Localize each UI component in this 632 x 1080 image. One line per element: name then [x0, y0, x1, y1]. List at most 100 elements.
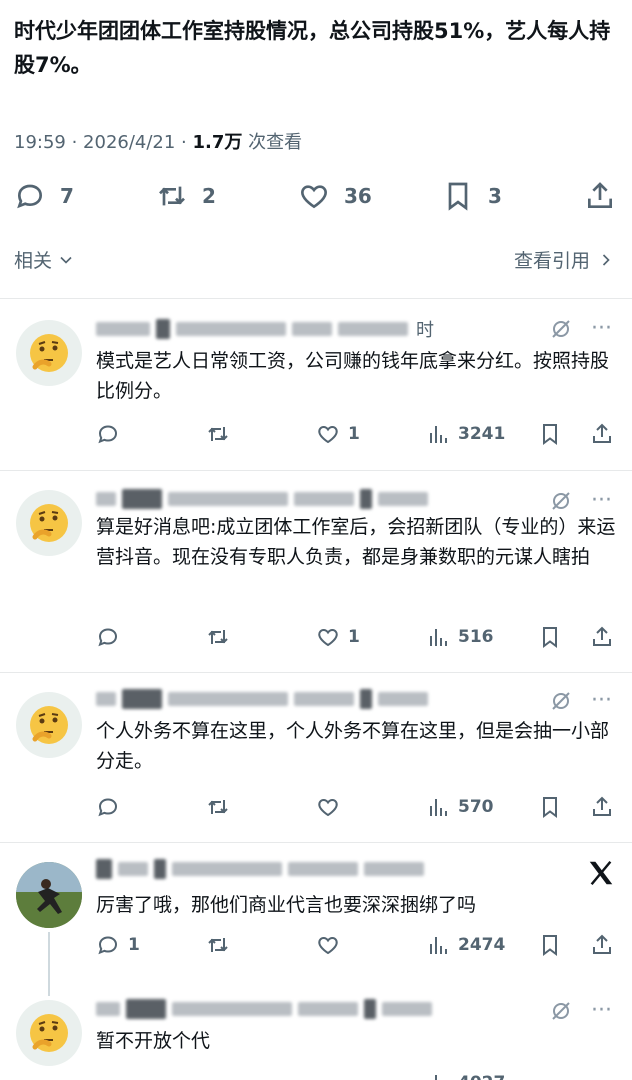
bookmark-button[interactable]	[538, 792, 562, 822]
retweet-icon	[208, 630, 228, 644]
reply-action-bar: 1 3241	[96, 419, 626, 449]
retweet-icon	[208, 800, 228, 814]
view-count: 570	[458, 797, 494, 817]
avatar[interactable]	[16, 320, 82, 386]
retweet-button[interactable]	[206, 419, 230, 449]
share-button[interactable]	[590, 622, 614, 652]
views-button[interactable]: 516	[426, 622, 494, 652]
reply-action-bar: 1 2474	[96, 930, 626, 960]
analytics-icon	[435, 1075, 437, 1080]
reply-author-name[interactable]	[96, 858, 424, 880]
reply-button[interactable]	[96, 419, 120, 449]
reply-button[interactable]	[96, 792, 120, 822]
share-icon	[588, 182, 612, 208]
reply-author-name[interactable]: 时	[96, 318, 434, 341]
avatar[interactable]	[16, 692, 82, 758]
reply-action-bar: 570	[96, 792, 626, 822]
reply-header-icons: ···	[549, 316, 612, 341]
views-button[interactable]: 2474	[426, 930, 505, 960]
thinking-face-icon	[30, 1014, 68, 1052]
retweet-button[interactable]	[206, 622, 230, 652]
share-button[interactable]	[590, 419, 614, 449]
bookmark-icon	[543, 627, 557, 648]
reply-text: 模式是艺人日常领工资，公司赚的钱年底拿来分红。按照持股比例分。	[96, 350, 610, 402]
like-button[interactable]	[316, 792, 340, 822]
reply-header-icons: ···	[549, 488, 612, 513]
view-count: 4027	[458, 1073, 505, 1080]
reply-icon	[98, 425, 118, 444]
like-button[interactable]: 1	[316, 419, 360, 449]
more-options-icon[interactable]: ···	[591, 688, 612, 713]
reply-item[interactable]: 时 ··· 模式是艺人日常领工资，公司赚的钱年底拿来分红。按照持股比例分。 1 …	[0, 298, 632, 470]
share-icon	[593, 626, 611, 646]
reply-icon	[98, 628, 118, 647]
retweet-count: 2	[202, 184, 216, 208]
reply-header-icons	[586, 858, 616, 888]
related-dropdown[interactable]: 相关	[14, 246, 76, 273]
like-count: 1	[348, 424, 360, 444]
views-button[interactable]: 4027	[426, 1068, 505, 1080]
bookmark-icon	[448, 182, 468, 211]
heart-icon	[318, 798, 338, 817]
grok-icon[interactable]	[549, 489, 573, 513]
more-options-icon[interactable]: ···	[591, 998, 612, 1023]
chevron-right-icon	[602, 253, 610, 266]
reply-item[interactable]: ··· 暂不开放个代 4027	[0, 992, 632, 1080]
reply-item[interactable]: 厉害了哦，那他们商业代言也要深深捆绑了吗 1 2474	[0, 842, 632, 992]
reply-button[interactable]	[96, 622, 120, 652]
reply-author-name[interactable]	[96, 688, 428, 710]
share-button[interactable]	[590, 792, 614, 822]
more-options-icon[interactable]: ···	[591, 488, 612, 513]
reply-author-name[interactable]	[96, 488, 428, 510]
more-options-icon[interactable]: ···	[591, 316, 612, 341]
bookmark-button[interactable]	[538, 419, 562, 449]
bookmark-icon	[543, 935, 557, 956]
bookmark-button[interactable]	[538, 622, 562, 652]
thread-connector	[48, 932, 50, 996]
thinking-face-icon	[30, 504, 68, 542]
bookmark-button[interactable]: 3	[442, 176, 502, 216]
reply-button[interactable]: 1	[96, 930, 140, 960]
grok-icon[interactable]	[549, 999, 573, 1023]
reply-text: 算是好消息吧:成立团体工作室后，会招新团队（专业的）来运营抖音。现在没有专职人负…	[96, 516, 616, 568]
analytics-icon	[430, 629, 447, 646]
like-count: 1	[348, 627, 360, 647]
retweet-button[interactable]	[206, 930, 230, 960]
grok-icon[interactable]	[549, 689, 573, 713]
view-count: 2474	[458, 935, 506, 955]
like-button[interactable]: 1	[316, 622, 360, 652]
retweet-icon	[159, 186, 185, 206]
share-button[interactable]	[584, 176, 616, 216]
share-icon	[593, 796, 611, 816]
retweet-button[interactable]: 2	[156, 176, 216, 216]
reply-item[interactable]: ··· 算是好消息吧:成立团体工作室后，会招新团队（专业的）来运营抖音。现在没有…	[0, 470, 632, 672]
retweet-button[interactable]	[206, 792, 230, 822]
post-meta: 19:59 · 2026/4/21 · 1.7万 次查看	[14, 128, 302, 154]
avatar[interactable]	[16, 1000, 82, 1066]
reply-item[interactable]: ··· 个人外务不算在这里，个人外务不算在这里，但是会抽一小部分走。 570	[0, 672, 632, 842]
grok-icon[interactable]	[549, 317, 573, 341]
heart-icon	[318, 425, 338, 444]
view-quotes-link[interactable]: 查看引用	[514, 246, 616, 273]
x-logo-icon[interactable]	[586, 858, 616, 888]
reply-button[interactable]: 7	[14, 176, 74, 216]
heart-icon	[318, 628, 338, 647]
reply-time: 时	[416, 320, 434, 341]
bookmark-count: 3	[488, 184, 502, 208]
like-button[interactable]	[316, 930, 340, 960]
share-icon	[593, 423, 611, 443]
views-button[interactable]: 3241	[426, 419, 505, 449]
views-button[interactable]: 570	[426, 792, 494, 822]
share-button[interactable]	[590, 930, 614, 960]
reply-icon	[98, 936, 118, 955]
like-button[interactable]: 36	[298, 176, 372, 216]
reply-action-bar: 4027	[96, 1068, 626, 1080]
view-count: 3241	[458, 424, 506, 444]
post-timestamp[interactable]: 19:59 · 2026/4/21 ·	[14, 132, 193, 153]
avatar[interactable]	[16, 862, 82, 928]
avatar[interactable]	[16, 490, 82, 556]
heart-icon	[318, 936, 338, 955]
related-label: 相关	[14, 250, 53, 272]
reply-author-name[interactable]	[96, 998, 432, 1020]
bookmark-button[interactable]	[538, 930, 562, 960]
